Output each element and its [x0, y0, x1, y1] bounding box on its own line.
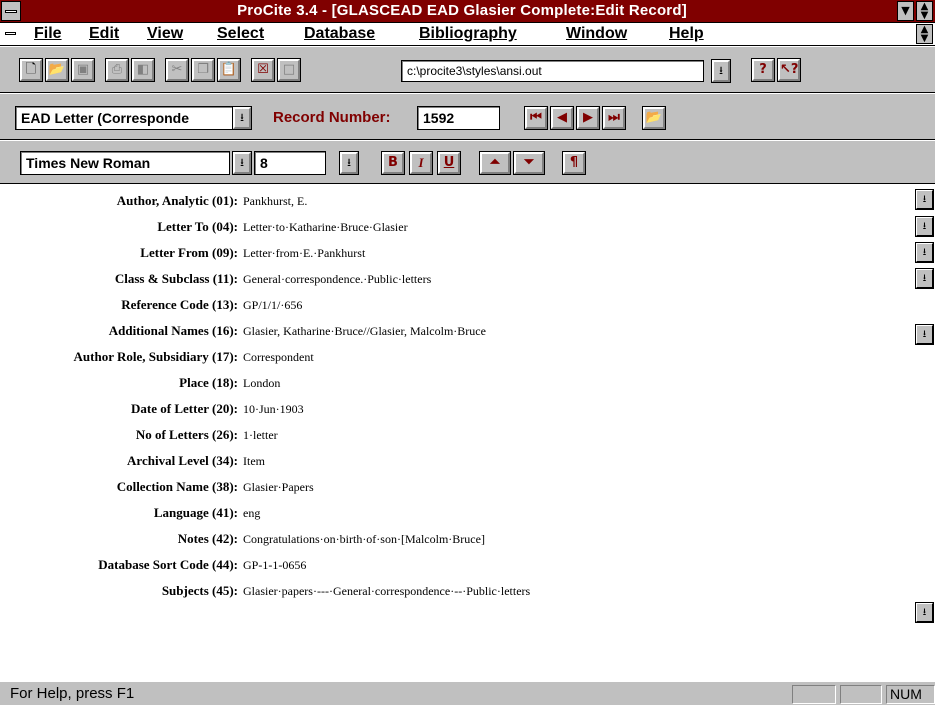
save-icon[interactable]: ▣	[71, 58, 95, 82]
menu-help[interactable]: Help	[669, 24, 704, 44]
field-label: Author Role, Subsidiary (17):	[73, 349, 238, 364]
menu-view[interactable]: View	[147, 24, 183, 44]
next-record-icon[interactable]: ▶	[576, 106, 600, 130]
field-label: Additional Names (16):	[108, 323, 238, 338]
field-label: Database Sort Code (44):	[98, 557, 238, 572]
field-value[interactable]: GP-1-1-0656	[243, 558, 306, 573]
term-list-button[interactable]: ⭳	[915, 189, 934, 210]
status-cell-2	[840, 685, 882, 704]
status-bar: For Help, press F1 NUM	[0, 681, 935, 705]
field-label: Date of Letter (20):	[131, 401, 238, 416]
previous-record-icon[interactable]: ◀	[550, 106, 574, 130]
field-label: Letter To (04):	[157, 219, 238, 234]
cut-icon[interactable]: ✂	[165, 58, 189, 82]
status-help-text: For Help, press F1	[10, 685, 135, 702]
workform-dropdown-button[interactable]: ⭳	[232, 106, 252, 130]
record-edit-area: Author, Analytic (01): Pankhurst, E. ⭳ Lett…	[0, 184, 935, 680]
field-value[interactable]: 1·letter	[243, 428, 278, 443]
field-label: Author, Analytic (01):	[116, 193, 238, 208]
record-number-label: Record Number:	[273, 109, 391, 126]
doc-control-icon	[5, 32, 16, 35]
window-title: ProCite 3.4 - [GLASCEAD EAD Glasier Comp…	[237, 2, 687, 19]
field-value[interactable]: eng	[243, 506, 260, 521]
subscript-icon[interactable]: ⏷	[513, 151, 545, 175]
system-menu-button[interactable]	[1, 1, 21, 21]
size-dropdown-button[interactable]: ⭳	[339, 151, 359, 175]
superscript-icon[interactable]: ⏶	[479, 151, 511, 175]
field-value[interactable]: Item	[243, 454, 265, 469]
copy-icon[interactable]: ❐	[191, 58, 215, 82]
underline-button[interactable]: U	[437, 151, 461, 175]
field-value[interactable]: Correspondent	[243, 350, 314, 365]
field-label: Collection Name (38):	[116, 479, 238, 494]
field-value[interactable]: GP/1/1/·656	[243, 298, 302, 313]
main-toolbar: 🗋 📂 ▣ ⎙ ◧ ✂ ❐ 📋 ☒ □ c:\procite3\styles\a…	[0, 47, 935, 93]
field-label: Letter From (09):	[140, 245, 238, 260]
style-path-field[interactable]: c:\procite3\styles\ansi.out	[401, 60, 704, 82]
status-cell-1	[792, 685, 836, 704]
field-label: Notes (42):	[177, 531, 238, 546]
font-select[interactable]: Times New Roman	[20, 151, 230, 175]
field-value[interactable]: London	[243, 376, 280, 391]
field-label: Language (41):	[153, 505, 238, 520]
field-value[interactable]: General·correspondence.·Public·letters	[243, 272, 431, 287]
field-value[interactable]: 10·Jun·1903	[243, 402, 304, 417]
record-number-field[interactable]: 1592	[417, 106, 500, 130]
help-icon[interactable]: ?	[751, 58, 775, 82]
italic-button[interactable]: I	[409, 151, 433, 175]
restore-button[interactable]: ▲ ▼	[916, 1, 933, 21]
menu-database[interactable]: Database	[304, 24, 375, 44]
field-label: No of Letters (26):	[135, 427, 238, 442]
first-record-icon[interactable]: ⏮	[524, 106, 548, 130]
context-help-icon[interactable]: ↖?	[777, 58, 801, 82]
menu-window[interactable]: Window	[566, 24, 627, 44]
minimize-button[interactable]: ▼	[897, 1, 914, 21]
title-bar: ProCite 3.4 - [GLASCEAD EAD Glasier Comp…	[0, 0, 935, 23]
field-value[interactable]: Letter·to·Katharine·Bruce·Glasier	[243, 220, 408, 235]
open-record-icon[interactable]: 📂	[642, 106, 666, 130]
blank-icon[interactable]: □	[277, 58, 301, 82]
print-icon[interactable]: ⎙	[105, 58, 129, 82]
open-icon[interactable]: 📂	[45, 58, 69, 82]
field-label: Class & Subclass (11):	[114, 271, 238, 286]
paste-icon[interactable]: 📋	[217, 58, 241, 82]
field-value[interactable]: Pankhurst, E.	[243, 194, 307, 209]
field-value[interactable]: Congratulations·on·birth·of·son·[Malcolm…	[243, 532, 485, 547]
font-size-select[interactable]: 8	[254, 151, 326, 175]
new-icon[interactable]: 🗋	[19, 58, 43, 82]
menu-bibliography[interactable]: Bibliography	[419, 24, 517, 44]
field-label: Place (18):	[179, 375, 238, 390]
status-num: NUM	[886, 685, 935, 704]
menu-file[interactable]: File	[34, 24, 62, 44]
field-label: Reference Code (13):	[121, 297, 238, 312]
doc-restore-button[interactable]: ▲ ▼	[916, 24, 933, 44]
field-value[interactable]: Letter·from·E.·Pankhurst	[243, 246, 365, 261]
paragraph-button[interactable]: ¶	[562, 151, 586, 175]
font-dropdown-button[interactable]: ⭳	[232, 151, 252, 175]
delete-icon[interactable]: ☒	[251, 58, 275, 82]
term-list-button[interactable]: ⭳	[915, 242, 934, 263]
field-label: Archival Level (34):	[127, 453, 238, 468]
field-value[interactable]: Glasier·Papers	[243, 480, 314, 495]
term-list-button[interactable]: ⭳	[915, 216, 934, 237]
term-list-button[interactable]: ⭳	[915, 324, 934, 345]
workform-select[interactable]: EAD Letter (Corresponde	[15, 106, 233, 130]
menu-bar: File Edit View Select Database Bibliogra…	[0, 23, 935, 46]
print-preview-icon[interactable]: ◧	[131, 58, 155, 82]
style-dropdown-button[interactable]: ⭳	[711, 59, 731, 83]
menu-select[interactable]: Select	[217, 24, 264, 44]
term-list-button[interactable]: ⭳	[915, 602, 934, 623]
format-toolbar: Times New Roman ⭳ 8 ⭳ B I U ⏶ ⏷ ¶	[0, 141, 935, 184]
record-toolbar: EAD Letter (Corresponde ⭳ Record Number:…	[0, 94, 935, 140]
field-value[interactable]: Glasier·papers·---·General·correspondenc…	[243, 584, 530, 599]
field-label: Subjects (45):	[161, 583, 238, 598]
system-menu-icon	[5, 10, 17, 13]
term-list-button[interactable]: ⭳	[915, 268, 934, 289]
last-record-icon[interactable]: ⏭	[602, 106, 626, 130]
bold-button[interactable]: B	[381, 151, 405, 175]
doc-control-button[interactable]	[2, 25, 22, 43]
menu-edit[interactable]: Edit	[89, 24, 119, 44]
field-value[interactable]: Glasier, Katharine·Bruce//Glasier, Malco…	[243, 324, 486, 339]
